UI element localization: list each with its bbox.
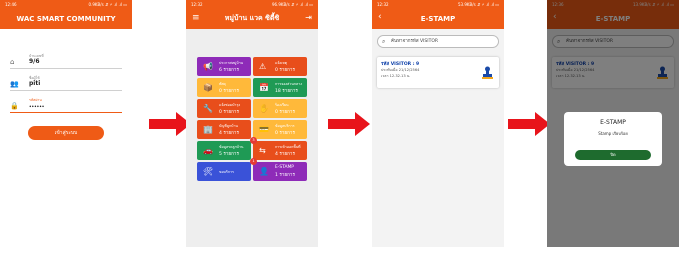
flow-arrow-right [328, 112, 370, 136]
megaphone-icon: 📢 [203, 62, 213, 71]
tile-service-info[interactable]: 💳 ข้อมูลบริการ 0 รายการ [253, 120, 307, 139]
tile-label: แจ้งซ่อมบำรุง [219, 103, 241, 107]
password-label: รหัสผ่าน [29, 98, 42, 102]
tile-maintenance[interactable]: 🔧 แจ้งซ่อมบำรุง 0 รายการ [197, 99, 251, 118]
app-title: WAC SMART COMMUNITY [16, 14, 116, 23]
visitor-search-input[interactable]: ⌕ ค้นหาจากรหัส VISITOR [377, 35, 499, 48]
tile-facility-booking[interactable]: 📅 การจองส่วนกลาง 18 รายการ [253, 78, 307, 97]
page-title: E-STAMP [420, 14, 456, 23]
tile-count: 0 รายการ [219, 110, 239, 115]
tile-request-service[interactable]: 🛠 ขอบริการ [197, 162, 251, 181]
home-icon: ⌂ [10, 58, 15, 66]
status-time: 12:46 [5, 1, 17, 7]
tile-label: แจ้งเหตุ [275, 61, 288, 65]
tile-label: ข้อมูลบริการ [275, 124, 295, 128]
tile-label: พัสดุ [219, 82, 226, 86]
tile-count: 0 รายการ [275, 110, 295, 115]
status-bar: 12:32 53.9KB/s ⇵ ⚡ .ıl .ıl ▭ [372, 0, 504, 8]
dialog-close-button[interactable]: ปิด [575, 150, 651, 160]
tile-count: 0 รายการ [275, 68, 295, 73]
tile-label: E-STAMP [275, 165, 294, 170]
app-title: หมู่บ้าน แวค ซิตี้ซิ [224, 14, 280, 22]
visitor-card[interactable]: รหัส VISITOR : 9 ประทับเมื่อ 21/12/2564 … [377, 57, 499, 88]
password-field[interactable]: 🔒 รหัสผ่าน •••••• [10, 96, 122, 113]
tile-label: ข้อมูลรถลูกบ้าน [219, 145, 244, 149]
tile-complaints[interactable]: ✋ ร้องเรียน 0 รายการ [253, 99, 307, 118]
tile-count: 6 รายการ [219, 68, 239, 73]
status-indicators: 96.9KB/s ⇵ ⚡ .ıl .ıl ▭ [272, 1, 313, 7]
tile-estamp[interactable]: 1 👤 E-STAMP 1 รายการ [250, 158, 307, 181]
building-icon: 🏢 [203, 125, 213, 134]
back-icon[interactable]: ‹ [378, 12, 382, 22]
status-time: 12:32 [191, 1, 203, 7]
warning-icon: ⚠ [259, 62, 267, 71]
tile-count: 4 รายการ [219, 131, 239, 136]
dialog-title: E-STAMP [600, 119, 626, 126]
tile-count: 5 รายการ [219, 152, 239, 157]
username-value: piti [29, 80, 41, 87]
doors-icon: ⇆ [259, 146, 266, 155]
flow-arrow-right [149, 112, 191, 136]
flow-arrow-right [508, 112, 550, 136]
tile-label: บัญชีลูกบ้าน [219, 124, 238, 128]
tile-announcements[interactable]: 📢 ประกาศหมู่บ้าน 6 รายการ [197, 57, 251, 76]
tile-area-access[interactable]: 3 ⇆ การเข้าออกพื้นที่ 4 รายการ [250, 137, 307, 160]
login-form: ⌂ บ้านเลขที่ 9/6 👥 ชื่อผู้ใช้ piti 🔒 รหั… [0, 29, 132, 247]
logout-icon[interactable]: ⇥ [305, 13, 312, 22]
status-indicators: 0.9KB/s ⇵ ⚡ .ıl .ıl ▭ [88, 1, 127, 7]
stamp-time: เวลา 12.32.13 น. [381, 74, 411, 78]
notification-badge: 1 [250, 158, 257, 165]
person-icon: 👤 [259, 167, 269, 176]
status-bar: 12:46 0.9KB/s ⇵ ⚡ .ıl .ıl ▭ [0, 0, 132, 8]
visitor-code: รหัส VISITOR : 9 [381, 62, 420, 67]
tile-count: 4 รายการ [275, 152, 295, 157]
tile-count: 18 รายการ [275, 89, 298, 94]
search-placeholder: ค้นหาจากรหัส VISITOR [391, 39, 439, 44]
house-number-field[interactable]: ⌂ บ้านเลขที่ 9/6 [10, 52, 122, 69]
user-icon: 👥 [10, 80, 19, 88]
login-button[interactable]: เข้าสู่ระบบ [28, 126, 104, 140]
tile-label: การจองส่วนกลาง [275, 82, 302, 86]
card-icon: 💳 [259, 125, 269, 134]
estamp-screen: 12:32 53.9KB/s ⇵ ⚡ .ıl .ıl ▭ ‹ E-STAMP ⌕… [372, 0, 504, 247]
estamp-confirm-screen: 12:36 13.9KB/s ⇵ ⚡ .ıl .ıl ▭ ‹ E-STAMP ⌕… [547, 0, 679, 247]
stamp-icon[interactable] [482, 66, 493, 80]
notification-badge: 3 [250, 137, 257, 144]
tile-count: 0 รายการ [219, 89, 239, 94]
tile-label: ประกาศหมู่บ้าน [219, 61, 244, 65]
dialog-message: Stamp เรียบร้อย [598, 131, 628, 136]
lock-icon: 🔒 [10, 102, 19, 110]
calendar-icon: 📅 [259, 83, 269, 92]
tile-report-incident[interactable]: ⚠ แจ้งเหตุ 0 รายการ [253, 57, 307, 76]
tile-count: 0 รายการ [275, 131, 295, 136]
tile-count: 1 รายการ [275, 173, 295, 178]
tile-residents[interactable]: 🏢 บัญชีลูกบ้าน 4 รายการ [197, 120, 251, 139]
tile-label: ขอบริการ [219, 170, 234, 174]
tile-parcels[interactable]: 📦 พัสดุ 0 รายการ [197, 78, 251, 97]
tile-label: การเข้าออกพื้นที่ [275, 145, 301, 149]
service-icon: 🛠 [203, 167, 214, 176]
service-grid: 📢 ประกาศหมู่บ้าน 6 รายการ ⚠ แจ้งเหตุ 0 ร… [197, 57, 307, 181]
house-number-value: 9/6 [29, 58, 40, 65]
status-indicators: 53.9KB/s ⇵ ⚡ .ıl .ıl ▭ [458, 1, 499, 7]
tile-resident-cars[interactable]: 🚗 ข้อมูลรถลูกบ้าน 5 รายการ [197, 141, 251, 160]
menu-icon[interactable]: ≡ [192, 13, 200, 23]
app-header: WAC SMART COMMUNITY [0, 8, 132, 29]
app-header: ‹ E-STAMP [372, 8, 504, 29]
username-field[interactable]: 👥 ชื่อผู้ใช้ piti [10, 74, 122, 91]
car-icon: 🚗 [203, 146, 213, 155]
password-value: •••••• [29, 104, 45, 109]
status-time: 12:32 [377, 1, 389, 7]
complaint-icon: ✋ [259, 104, 269, 113]
status-bar: 12:32 96.9KB/s ⇵ ⚡ .ıl .ıl ▭ [186, 0, 318, 8]
home-menu-screen: 12:32 96.9KB/s ⇵ ⚡ .ıl .ıl ▭ ≡ หมู่บ้าน … [186, 0, 318, 247]
app-header: ≡ หมู่บ้าน แวค ซิตี้ซิ ⇥ [186, 8, 318, 29]
login-screen: 12:46 0.9KB/s ⇵ ⚡ .ıl .ıl ▭ WAC SMART CO… [0, 0, 132, 247]
wrench-icon: 🔧 [203, 104, 213, 113]
tile-label: ร้องเรียน [275, 103, 289, 107]
search-icon: ⌕ [382, 38, 386, 45]
package-icon: 📦 [203, 83, 213, 92]
estamp-success-dialog: E-STAMP Stamp เรียบร้อย ปิด [564, 112, 662, 166]
